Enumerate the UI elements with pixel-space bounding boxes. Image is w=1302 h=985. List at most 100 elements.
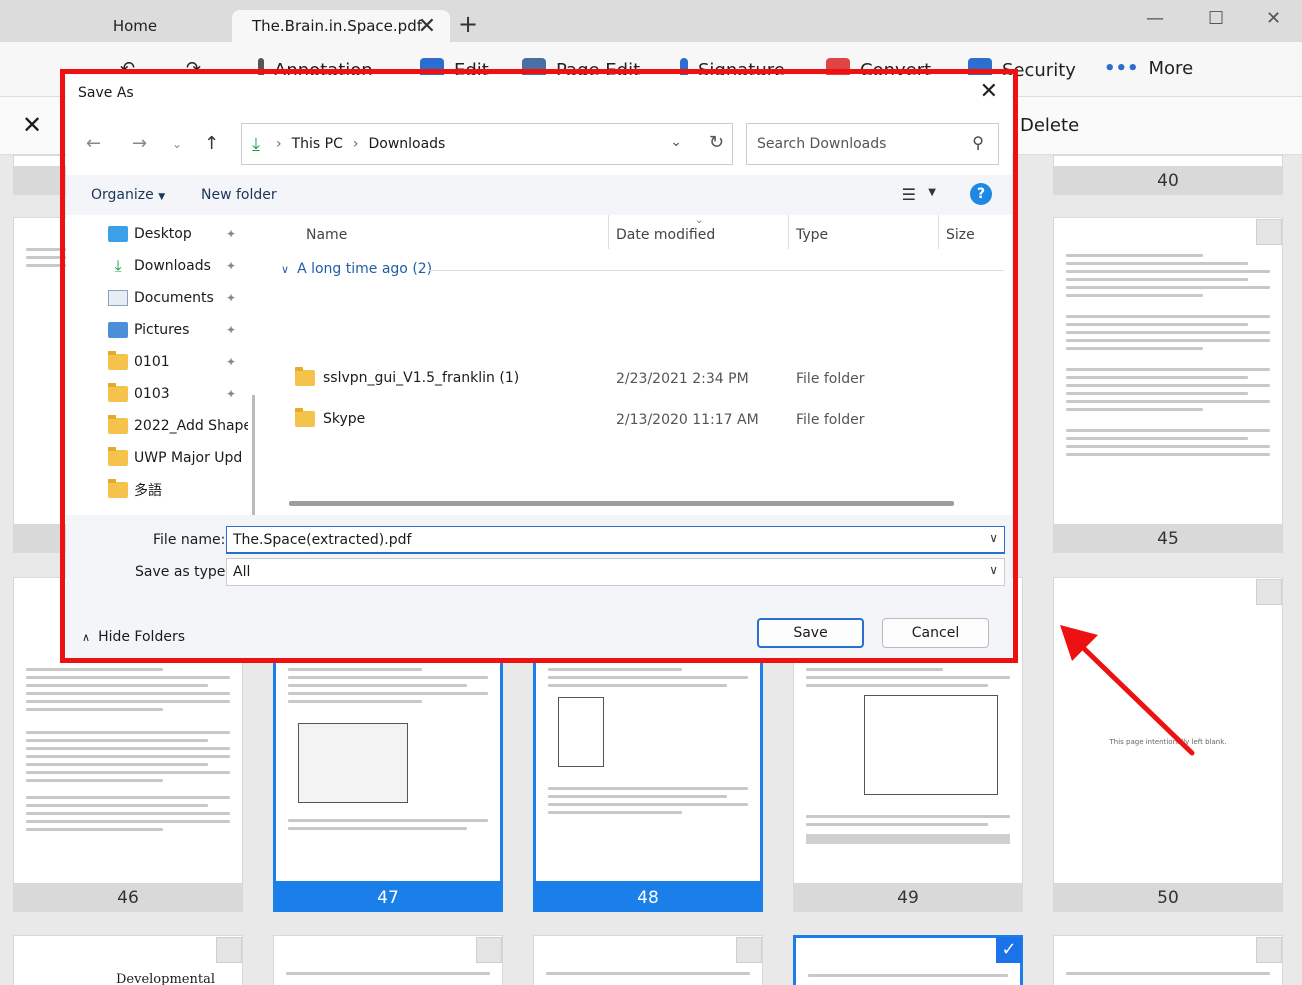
page-number: 46 bbox=[13, 884, 243, 912]
page-thumbnail[interactable] bbox=[1053, 935, 1283, 985]
hide-folders-button[interactable]: ∧ Hide Folders bbox=[82, 629, 185, 645]
folder-icon bbox=[108, 383, 128, 402]
chevron-right-icon: › bbox=[275, 136, 282, 152]
folder-icon bbox=[108, 415, 128, 434]
sort-indicator-icon: ⌄ bbox=[695, 215, 704, 226]
page-select-checkbox[interactable] bbox=[476, 937, 502, 963]
close-tab-icon[interactable]: ✕ bbox=[418, 14, 436, 39]
dialog-footer: File name: The.Space(extracted).pdf ∨ Sa… bbox=[66, 515, 1012, 658]
pin-icon: ✦ bbox=[226, 323, 237, 337]
pin-icon: ✦ bbox=[226, 355, 237, 369]
help-icon[interactable]: ? bbox=[970, 183, 992, 205]
chevron-up-icon: ∧ bbox=[82, 630, 91, 644]
chevron-right-icon: › bbox=[352, 136, 359, 152]
nav-scrollbar[interactable] bbox=[252, 395, 255, 525]
page-select-checkbox[interactable] bbox=[736, 937, 762, 963]
breadcrumb-downloads[interactable]: Downloads bbox=[368, 136, 445, 152]
page-thumbnail[interactable] bbox=[273, 935, 503, 985]
save-as-dialog: Save As ✕ ← → ⌄ ↑ ⤓ › This PC › Download… bbox=[66, 75, 1012, 658]
chevron-down-icon[interactable]: ∨ bbox=[989, 531, 998, 545]
page-number: 45 bbox=[1053, 525, 1283, 553]
group-divider bbox=[429, 270, 1004, 271]
new-folder-button[interactable]: New folder bbox=[201, 187, 277, 203]
folder-icon bbox=[108, 447, 128, 466]
folder-icon bbox=[295, 408, 315, 427]
chevron-down-icon[interactable]: ∨ bbox=[989, 563, 998, 577]
save-button[interactable]: Save bbox=[757, 618, 864, 648]
illustration bbox=[298, 723, 408, 803]
search-input[interactable]: Search Downloads ⚲ bbox=[746, 123, 999, 165]
page-thumbnail[interactable]: Developmental bbox=[13, 935, 243, 985]
file-name-value: The.Space(extracted).pdf bbox=[233, 532, 412, 548]
file-list: Name Date modified ⌄ Type Size ∨ A long … bbox=[269, 215, 1009, 515]
column-divider[interactable] bbox=[938, 215, 939, 249]
file-date: 2/13/2020 11:17 AM bbox=[616, 412, 759, 428]
ribbon-more[interactable]: ••• More bbox=[1104, 58, 1193, 79]
page-thumbnail[interactable] bbox=[533, 935, 763, 985]
search-placeholder: Search Downloads bbox=[757, 136, 887, 152]
pin-icon: ✦ bbox=[226, 259, 237, 273]
file-name-input[interactable]: The.Space(extracted).pdf ∨ bbox=[226, 526, 1005, 554]
page-select-checkbox[interactable] bbox=[1256, 219, 1282, 245]
column-name[interactable]: Name bbox=[306, 227, 347, 243]
minimize-icon[interactable]: — bbox=[1146, 8, 1164, 29]
maximize-icon[interactable]: ☐ bbox=[1208, 8, 1224, 29]
horizontal-scrollbar[interactable] bbox=[289, 501, 954, 506]
documents-icon bbox=[108, 290, 128, 306]
chevron-down-icon: ▼ bbox=[158, 192, 166, 202]
column-size[interactable]: Size bbox=[946, 227, 975, 243]
page-thumbnail[interactable] bbox=[1053, 217, 1283, 525]
download-icon: ⤓ bbox=[114, 256, 122, 275]
page-title-text: Developmental bbox=[116, 972, 215, 985]
page-number: 47 bbox=[273, 884, 503, 912]
column-divider[interactable] bbox=[788, 215, 789, 249]
page-select-checkbox[interactable] bbox=[1256, 937, 1282, 963]
organize-button[interactable]: Organize ▼ bbox=[91, 187, 165, 203]
download-icon: ⤓ bbox=[252, 133, 260, 155]
nav-item-folder[interactable]: 多語 bbox=[108, 478, 248, 502]
page-thumbnail-selected[interactable] bbox=[793, 935, 1023, 985]
address-bar[interactable]: ⤓ › This PC › Downloads ⌄ ↻ bbox=[241, 123, 733, 165]
forward-icon[interactable]: → bbox=[132, 133, 147, 154]
tab-document-label: The.Brain.in.Space.pdf bbox=[252, 17, 423, 35]
file-type: File folder bbox=[796, 412, 865, 428]
up-icon[interactable]: ↑ bbox=[204, 133, 219, 154]
save-as-type-select[interactable]: All ∨ bbox=[226, 558, 1005, 586]
pin-icon: ✦ bbox=[226, 291, 237, 305]
view-options-icon[interactable]: ☰ bbox=[902, 185, 916, 204]
recent-locations-icon[interactable]: ⌄ bbox=[172, 137, 182, 151]
close-dialog-icon[interactable]: ✕ bbox=[980, 79, 998, 104]
back-icon[interactable]: ← bbox=[86, 133, 101, 154]
refresh-icon[interactable]: ↻ bbox=[709, 132, 724, 153]
breadcrumb-this-pc[interactable]: This PC bbox=[292, 136, 343, 152]
annotation-arrow-icon bbox=[1060, 625, 1195, 756]
page-select-checkbox[interactable] bbox=[1256, 579, 1282, 605]
page-number: 48 bbox=[533, 884, 763, 912]
tab-bar: Home The.Brain.in.Space.pdf ✕ + — ☐ ✕ bbox=[0, 0, 1302, 42]
chevron-down-icon[interactable]: ⌄ bbox=[670, 134, 682, 150]
nav-item-folder[interactable]: UWP Major Upd bbox=[108, 446, 248, 470]
new-tab-icon[interactable]: + bbox=[458, 10, 478, 38]
close-icon[interactable]: ✕ bbox=[22, 111, 42, 139]
file-row[interactable]: sslvpn_gui_V1.5_franklin (1) 2/23/2021 2… bbox=[269, 362, 1004, 398]
nav-item-folder[interactable]: 2022_Add Shape bbox=[108, 414, 248, 438]
page-thumbnail[interactable] bbox=[1053, 155, 1283, 167]
command-bar: Organize ▼ New folder ☰ ▼ ? bbox=[66, 175, 1012, 215]
group-header[interactable]: ∨ A long time ago (2) bbox=[281, 261, 432, 277]
file-date: 2/23/2021 2:34 PM bbox=[616, 371, 749, 387]
page-select-checkbox-checked[interactable]: ✓ bbox=[996, 937, 1022, 963]
folder-icon bbox=[108, 351, 128, 370]
page-number: 40 bbox=[1053, 167, 1283, 195]
tab-document[interactable]: The.Brain.in.Space.pdf ✕ bbox=[232, 10, 450, 42]
tab-home[interactable]: Home bbox=[40, 10, 230, 42]
cancel-button[interactable]: Cancel bbox=[882, 618, 989, 648]
column-divider[interactable] bbox=[608, 215, 609, 249]
delete-button[interactable]: Delete bbox=[1020, 115, 1079, 136]
page-select-checkbox[interactable] bbox=[216, 937, 242, 963]
chevron-down-icon[interactable]: ▼ bbox=[928, 187, 936, 198]
column-type[interactable]: Type bbox=[796, 227, 828, 243]
close-window-icon[interactable]: ✕ bbox=[1266, 8, 1281, 29]
dialog-title: Save As bbox=[78, 85, 134, 101]
file-row[interactable]: Skype 2/13/2020 11:17 AM File folder bbox=[269, 403, 1004, 439]
column-date-modified[interactable]: Date modified bbox=[616, 227, 715, 243]
